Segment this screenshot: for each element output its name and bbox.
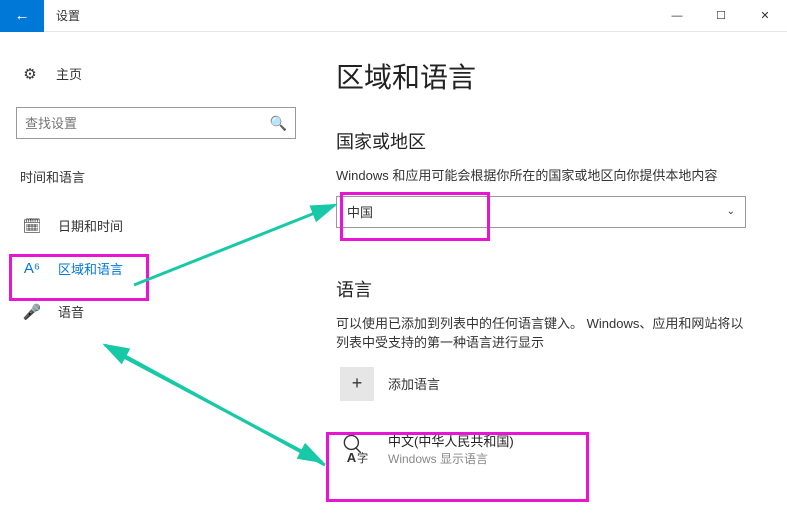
- back-button[interactable]: ←: [0, 0, 44, 32]
- gear-icon: ⚙: [20, 65, 40, 83]
- language-item-subtitle: Windows 显示语言: [388, 450, 514, 467]
- calendar-icon: 🗓: [22, 217, 42, 235]
- language-item-name: 中文(中华人民共和国): [388, 431, 514, 450]
- back-arrow-icon: ←: [15, 7, 30, 24]
- language-item-texts: 中文(中华人民共和国) Windows 显示语言: [388, 431, 514, 467]
- minimize-button[interactable]: —: [655, 0, 699, 32]
- close-button[interactable]: ✕: [743, 0, 787, 32]
- sidebar-item-datetime[interactable]: 🗓 日期和时间: [16, 204, 304, 247]
- svg-text:A: A: [347, 450, 357, 464]
- globe-a-icon: A⁶: [22, 260, 42, 277]
- sidebar-home[interactable]: ⚙ 主页: [16, 56, 304, 91]
- sidebar-item-speech[interactable]: 🎤 语音: [16, 290, 304, 333]
- sidebar-item-label: 日期和时间: [58, 216, 123, 235]
- app-title: 设置: [44, 7, 655, 24]
- language-glyph-icon: A 字: [340, 432, 374, 466]
- region-desc: Windows 和应用可能会根据你所在的国家或地区向你提供本地内容: [336, 166, 756, 186]
- add-language-label: 添加语言: [388, 374, 440, 393]
- sidebar-item-label: 区域和语言: [58, 259, 123, 278]
- language-heading: 语言: [336, 276, 771, 302]
- sidebar-item-region-language[interactable]: A⁶ 区域和语言: [16, 247, 304, 290]
- main-panel: 区域和语言 国家或地区 Windows 和应用可能会根据你所在的国家或地区向你提…: [320, 32, 787, 520]
- language-desc: 可以使用已添加到列表中的任何语言键入。 Windows、应用和网站将以列表中受支…: [336, 314, 756, 353]
- region-dropdown[interactable]: 中国 ⌄: [336, 196, 746, 228]
- region-heading: 国家或地区: [336, 128, 771, 154]
- page-heading: 区域和语言: [336, 56, 771, 96]
- search-box[interactable]: 🔍: [16, 107, 296, 139]
- sidebar-home-label: 主页: [56, 64, 82, 83]
- svg-text:字: 字: [357, 451, 368, 464]
- language-item[interactable]: A 字 中文(中华人民共和国) Windows 显示语言: [336, 423, 588, 475]
- window-controls: — ☐ ✕: [655, 0, 787, 32]
- maximize-button[interactable]: ☐: [699, 0, 743, 32]
- region-selected-value: 中国: [347, 202, 373, 221]
- plus-icon: +: [340, 367, 374, 401]
- mic-icon: 🎤: [22, 303, 42, 321]
- search-input[interactable]: [25, 116, 270, 131]
- titlebar: ← 设置 — ☐ ✕: [0, 0, 787, 32]
- sidebar-item-label: 语音: [58, 302, 84, 321]
- search-icon: 🔍: [270, 115, 287, 132]
- sidebar-section-label: 时间和语言: [16, 167, 304, 186]
- add-language-button[interactable]: + 添加语言: [336, 363, 771, 409]
- sidebar: ⚙ 主页 🔍 时间和语言 🗓 日期和时间 A⁶ 区域和语言 🎤 语音: [0, 32, 320, 520]
- chevron-down-icon: ⌄: [727, 206, 735, 217]
